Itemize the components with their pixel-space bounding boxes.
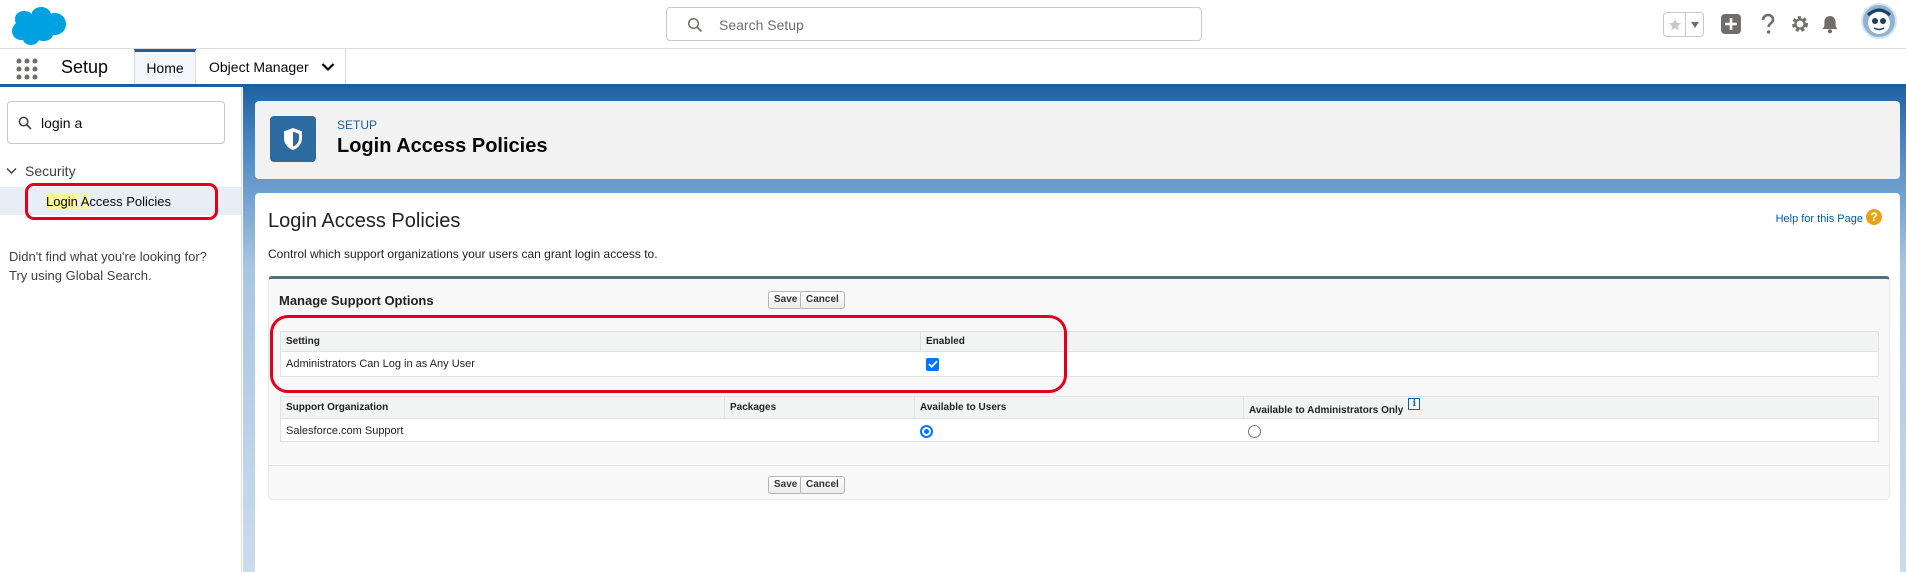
search-icon xyxy=(687,17,703,33)
header-packages: Packages xyxy=(724,397,914,418)
app-name: Setup xyxy=(61,57,109,77)
quick-find-value: login a xyxy=(41,115,83,131)
save-button-bottom[interactable]: Save xyxy=(768,476,804,494)
shield-icon xyxy=(270,116,316,162)
help-for-page-link[interactable]: Help for this Page xyxy=(1776,213,1863,225)
tab-home[interactable]: Home xyxy=(134,49,196,84)
tab-object-manager-label: Object Manager xyxy=(209,58,309,75)
page-eyebrow: SETUP xyxy=(337,118,378,132)
page-header: SETUP Login Access Policies xyxy=(255,101,1900,179)
global-search-hint: Didn't find what you're looking for? Try… xyxy=(9,247,207,285)
avatar[interactable] xyxy=(1861,3,1897,39)
block-title: Manage Support Options xyxy=(279,293,434,308)
header-admins-only-label: Available to Administrators Only xyxy=(1249,405,1404,416)
radio-unselected[interactable] xyxy=(1248,424,1261,438)
setup-sidebar: login a Security Login Access Policies D… xyxy=(0,87,242,572)
tree-section-security[interactable]: Security xyxy=(6,163,76,179)
available-to-users-radio[interactable] xyxy=(915,419,933,443)
global-header: Search Setup xyxy=(0,0,1906,49)
app-launcher-icon[interactable] xyxy=(16,58,38,80)
chevron-down-icon[interactable] xyxy=(6,167,17,175)
setup-gear-icon[interactable] xyxy=(1788,12,1812,36)
cancel-button[interactable]: Cancel xyxy=(800,291,845,309)
global-actions-icon[interactable] xyxy=(1719,12,1743,36)
radio-selected[interactable] xyxy=(920,424,933,438)
header-support-organization: Support Organization xyxy=(286,402,389,413)
tab-home-label: Home xyxy=(146,60,184,76)
favorites-star-icon[interactable] xyxy=(1664,13,1686,36)
header-available-to-users: Available to Users xyxy=(914,397,1243,418)
app-nav-bar: Setup Home Object Manager xyxy=(0,49,1906,87)
packages-value xyxy=(724,419,914,443)
save-button[interactable]: Save xyxy=(768,291,804,309)
global-search-input[interactable]: Search Setup xyxy=(666,7,1202,41)
help-icon[interactable] xyxy=(1756,12,1780,36)
notifications-bell-icon[interactable] xyxy=(1818,12,1842,36)
table-row: Salesforce.com Support xyxy=(281,419,1878,443)
page-title: Login Access Policies xyxy=(337,135,548,157)
help-question-icon[interactable]: ? xyxy=(1866,209,1882,225)
admins-only-radio[interactable] xyxy=(1243,419,1261,443)
hint-line-1: Didn't find what you're looking for? xyxy=(9,249,207,264)
header-admins-only: Available to Administrators Only i xyxy=(1243,397,1878,418)
content-title: Login Access Policies xyxy=(268,210,461,232)
favorites-control[interactable] xyxy=(1663,12,1704,37)
hint-line-2: Try using Global Search. xyxy=(9,268,152,283)
salesforce-logo-icon[interactable] xyxy=(8,5,66,45)
support-organizations-table: Support Organization Packages Available … xyxy=(280,396,1879,442)
chevron-down-icon[interactable] xyxy=(321,62,335,72)
tree-section-label: Security xyxy=(25,163,76,179)
tab-object-manager[interactable]: Object Manager xyxy=(196,49,346,84)
annotation-highlight-box xyxy=(270,315,1067,393)
cancel-button-bottom[interactable]: Cancel xyxy=(800,476,845,494)
quick-find-input[interactable]: login a xyxy=(7,101,225,144)
support-org-name: Salesforce.com Support xyxy=(286,425,404,437)
info-icon[interactable]: i xyxy=(1408,398,1421,410)
search-icon xyxy=(18,116,32,130)
search-placeholder: Search Setup xyxy=(719,17,804,33)
annotation-highlight-box xyxy=(25,183,218,220)
table-header-row: Support Organization Packages Available … xyxy=(281,397,1878,419)
favorites-dropdown-icon[interactable] xyxy=(1686,13,1703,36)
content-description: Control which support organizations your… xyxy=(268,247,658,261)
block-footer-divider xyxy=(269,465,1889,466)
